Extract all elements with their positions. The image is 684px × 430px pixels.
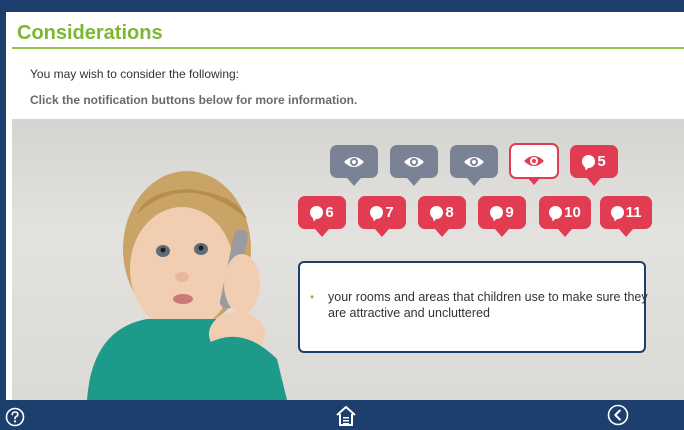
speech-bubble-icon xyxy=(490,206,504,219)
speech-bubble-icon xyxy=(430,206,444,219)
help-icon xyxy=(5,407,25,427)
notification-button-5[interactable]: 5 xyxy=(570,145,618,186)
notification-button-6-label: 6 xyxy=(325,204,334,221)
instruction-text: Click the notification buttons below for… xyxy=(30,93,358,107)
notification-button-11[interactable]: 11 xyxy=(600,196,652,237)
back-button[interactable] xyxy=(606,403,630,427)
speech-bubble-icon xyxy=(549,206,563,219)
notification-button-6[interactable]: 6 xyxy=(298,196,346,237)
content-panel: Considerations You may wish to consider … xyxy=(6,12,684,400)
notification-button-9-label: 9 xyxy=(505,204,514,221)
help-button[interactable] xyxy=(4,406,26,428)
speech-bubble-icon xyxy=(310,206,324,219)
app-frame: Considerations You may wish to consider … xyxy=(0,0,684,430)
notification-button-2[interactable] xyxy=(390,145,438,186)
notification-button-7-label: 7 xyxy=(385,204,394,221)
notification-button-3[interactable] xyxy=(450,145,498,186)
notification-button-9[interactable]: 9 xyxy=(478,196,526,237)
speech-bubble-icon xyxy=(582,155,596,168)
page-title: Considerations xyxy=(17,22,163,44)
title-divider xyxy=(12,47,684,49)
notification-button-10[interactable]: 10 xyxy=(539,196,591,237)
notification-button-7[interactable]: 7 xyxy=(358,196,406,237)
scene-image: 5 6 7 8 9 10 11 your rooms and xyxy=(12,119,684,400)
speech-bubble-icon xyxy=(370,206,384,219)
notification-button-1[interactable] xyxy=(330,145,378,186)
child-on-phone-image xyxy=(87,171,287,400)
intro-text: You may wish to consider the following: xyxy=(30,67,240,81)
notification-button-5-label: 5 xyxy=(597,153,606,170)
info-panel: your rooms and areas that children use t… xyxy=(298,261,648,353)
footer-nav-bar xyxy=(0,400,684,430)
back-icon xyxy=(607,404,629,426)
eye-icon xyxy=(404,156,424,167)
home-button[interactable] xyxy=(333,403,359,429)
home-icon xyxy=(336,406,356,426)
info-bullet-text: your rooms and areas that children use t… xyxy=(310,289,648,321)
eye-icon xyxy=(344,156,364,167)
notification-button-11-label: 11 xyxy=(625,204,642,221)
eye-icon xyxy=(524,156,544,166)
eye-icon xyxy=(464,156,484,167)
speech-bubble-icon xyxy=(610,206,624,219)
notification-button-4-selected[interactable] xyxy=(509,143,559,185)
notification-button-8[interactable]: 8 xyxy=(418,196,466,237)
notification-button-10-label: 10 xyxy=(564,204,581,221)
notification-button-8-label: 8 xyxy=(445,204,454,221)
